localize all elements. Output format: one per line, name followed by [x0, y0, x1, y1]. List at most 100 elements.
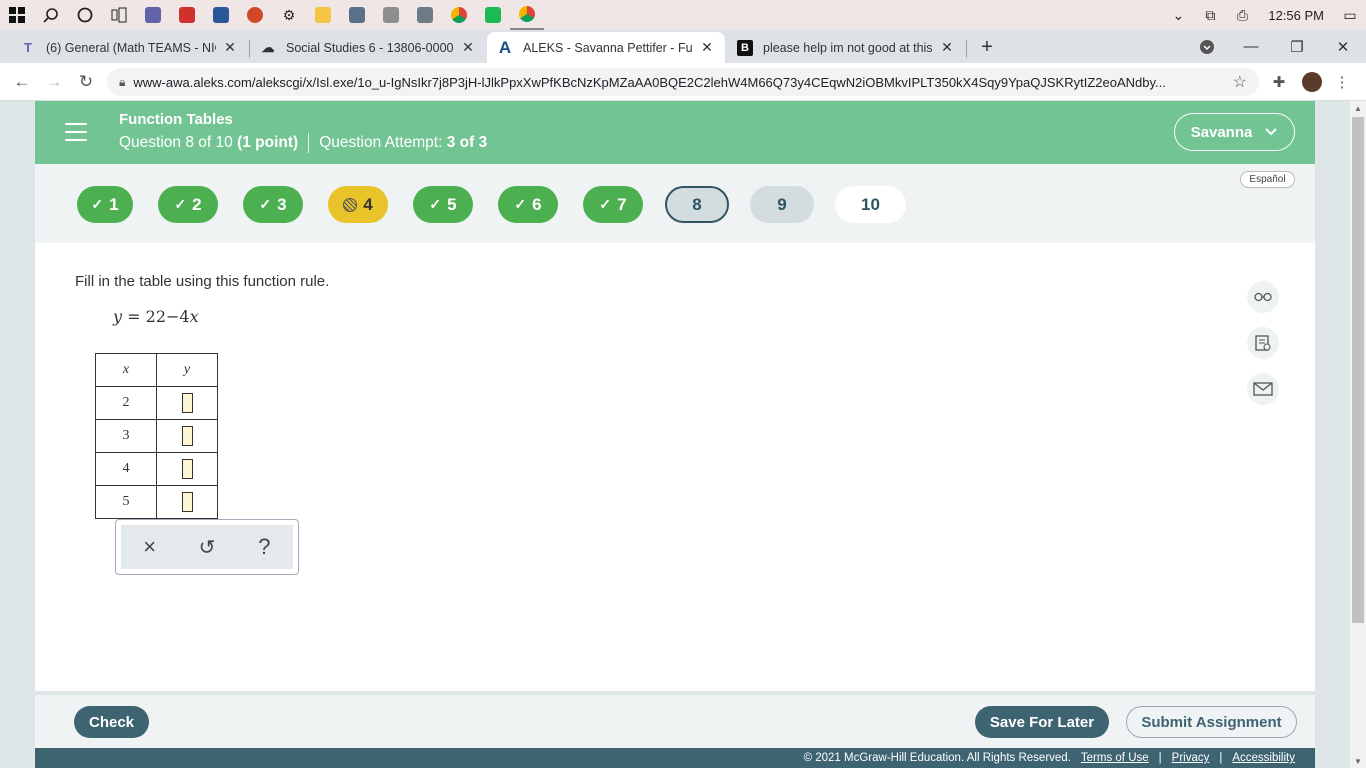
answer-input-y2[interactable]: [181, 426, 193, 446]
page-scrollbar[interactable]: ▲ ▼: [1350, 101, 1366, 768]
attempt-label: Question Attempt:: [319, 134, 443, 151]
question-pill-2[interactable]: ✓ 2: [158, 186, 218, 223]
rule-constant: 22: [145, 307, 166, 326]
save-for-later-button[interactable]: Save For Later: [975, 706, 1109, 738]
notifications-icon[interactable]: ▭: [1334, 0, 1366, 30]
submit-assignment-button[interactable]: Submit Assignment: [1126, 706, 1297, 738]
question-pill-5[interactable]: ✓ 5: [413, 186, 473, 223]
tab-social-studies[interactable]: ☁ Social Studies 6 - 13806-00003 - ✕: [250, 32, 486, 63]
extensions-puzzle-icon[interactable]: ✚: [1269, 72, 1289, 92]
question-pill-1[interactable]: ✓ 1: [77, 186, 133, 223]
pill-number: 10: [861, 194, 880, 214]
answer-input-y1[interactable]: [181, 393, 193, 413]
question-pill-9[interactable]: 9: [750, 186, 814, 223]
chrome-active-icon[interactable]: [510, 0, 544, 30]
question-pill-7[interactable]: ✓ 7: [583, 186, 643, 223]
x-cell: 3: [95, 419, 157, 453]
question-pill-6[interactable]: ✓ 6: [498, 186, 558, 223]
reload-icon[interactable]: ↻: [74, 71, 98, 93]
tab-teams[interactable]: T (6) General (Math TEAMS - NICH ✕: [10, 32, 248, 63]
x-header: x: [95, 353, 157, 387]
help-button[interactable]: ?: [244, 527, 284, 567]
espanol-button[interactable]: Español: [1240, 171, 1295, 188]
forward-arrow-icon[interactable]: →: [42, 71, 66, 93]
pill-number: 3: [277, 194, 287, 214]
tab-title: please help im not good at this k: [763, 40, 933, 55]
privacy-link[interactable]: Privacy: [1172, 752, 1210, 764]
restore-button[interactable]: ❐: [1274, 30, 1320, 63]
teams-icon[interactable]: [136, 0, 170, 30]
clock[interactable]: 12:56 PM: [1258, 8, 1334, 23]
close-tab-icon[interactable]: ✕: [699, 39, 715, 56]
network-icon[interactable]: ⎙: [1226, 0, 1258, 30]
tab-brainly[interactable]: B please help im not good at this k ✕: [727, 32, 965, 63]
question-pill-10[interactable]: 10: [835, 186, 906, 223]
tab-aleks[interactable]: A ALEKS - Savanna Pettifer - Functi ✕: [487, 32, 725, 63]
y-cell: [156, 485, 218, 519]
profile-avatar[interactable]: [1302, 72, 1322, 92]
bookmark-star-icon[interactable]: ☆: [1233, 72, 1247, 92]
mail-icon[interactable]: [1247, 373, 1279, 405]
search-icon[interactable]: [34, 0, 68, 30]
check-button[interactable]: Check: [74, 706, 149, 738]
glasses-icon[interactable]: [1247, 281, 1279, 313]
question-pill-3[interactable]: ✓ 3: [243, 186, 303, 223]
camera-icon[interactable]: [408, 0, 442, 30]
browser-tab-bar: T (6) General (Math TEAMS - NICH ✕ ☁ Soc…: [0, 30, 1366, 63]
scroll-up-icon[interactable]: ▲: [1350, 101, 1366, 115]
chevron-down-icon: [1265, 128, 1278, 136]
question-pill-4[interactable]: 4: [328, 186, 388, 223]
flash-icon[interactable]: [170, 0, 204, 30]
function-table: x y 2 3 4 5: [95, 353, 218, 519]
close-tab-icon[interactable]: ✕: [222, 39, 238, 56]
spotify-icon[interactable]: [476, 0, 510, 30]
more-menu-icon[interactable]: ⋮: [1332, 72, 1352, 92]
accessibility-link[interactable]: Accessibility: [1232, 752, 1295, 764]
clear-button[interactable]: ×: [130, 527, 170, 567]
user-menu-button[interactable]: Savanna: [1174, 113, 1295, 151]
rule-lhs: y: [113, 307, 123, 326]
back-arrow-icon[interactable]: ←: [10, 71, 34, 93]
user-name: Savanna: [1190, 123, 1253, 141]
close-tab-icon[interactable]: ✕: [939, 39, 955, 56]
answer-input-y4[interactable]: [181, 492, 193, 512]
undo-button[interactable]: ↺: [187, 527, 227, 567]
table-row: 2: [95, 386, 218, 420]
settings-icon[interactable]: ⚙: [272, 0, 306, 30]
hamburger-menu-icon[interactable]: [65, 123, 87, 141]
chrome-icon[interactable]: [442, 0, 476, 30]
lock-icon[interactable]: 🔒︎: [119, 75, 125, 90]
question-pill-8[interactable]: 8: [665, 186, 729, 223]
attempt-value: 3 of 3: [446, 134, 488, 151]
tab-search-button[interactable]: [1184, 30, 1230, 63]
cortana-icon[interactable]: [68, 0, 102, 30]
terms-link[interactable]: Terms of Use: [1081, 752, 1149, 764]
keypad-buttons: × ↺ ?: [121, 525, 293, 569]
url-input[interactable]: 🔒︎ www-awa.aleks.com/alekscgi/x/Isl.exe/…: [107, 68, 1259, 96]
minimize-button[interactable]: —: [1228, 30, 1274, 63]
screen-capture-icon[interactable]: ⧉: [1194, 0, 1226, 30]
scroll-thumb[interactable]: [1352, 117, 1364, 623]
pill-number: 9: [777, 194, 787, 214]
y-cell: [156, 419, 218, 453]
scroll-down-icon[interactable]: ▼: [1350, 754, 1366, 768]
chevron-up-icon[interactable]: ⌄: [1162, 0, 1194, 30]
word-icon[interactable]: [204, 0, 238, 30]
pill-number: 8: [692, 194, 702, 214]
file-explorer-icon[interactable]: [306, 0, 340, 30]
close-tab-icon[interactable]: ✕: [460, 39, 476, 56]
rule-variable: x: [189, 307, 199, 326]
windows-start-icon[interactable]: [0, 0, 34, 30]
link-separator: |: [1219, 752, 1223, 764]
notes-icon[interactable]: [1247, 327, 1279, 359]
table-row: 4: [95, 452, 218, 486]
topic-title: Function Tables: [119, 111, 233, 128]
tab-separator: [966, 40, 967, 58]
calculator-icon[interactable]: [340, 0, 374, 30]
notepad-icon[interactable]: [374, 0, 408, 30]
task-view-icon[interactable]: [102, 0, 136, 30]
new-tab-button[interactable]: +: [976, 36, 998, 58]
powerpoint-icon[interactable]: [238, 0, 272, 30]
answer-input-y3[interactable]: [181, 459, 193, 479]
close-window-button[interactable]: ✕: [1320, 30, 1366, 63]
